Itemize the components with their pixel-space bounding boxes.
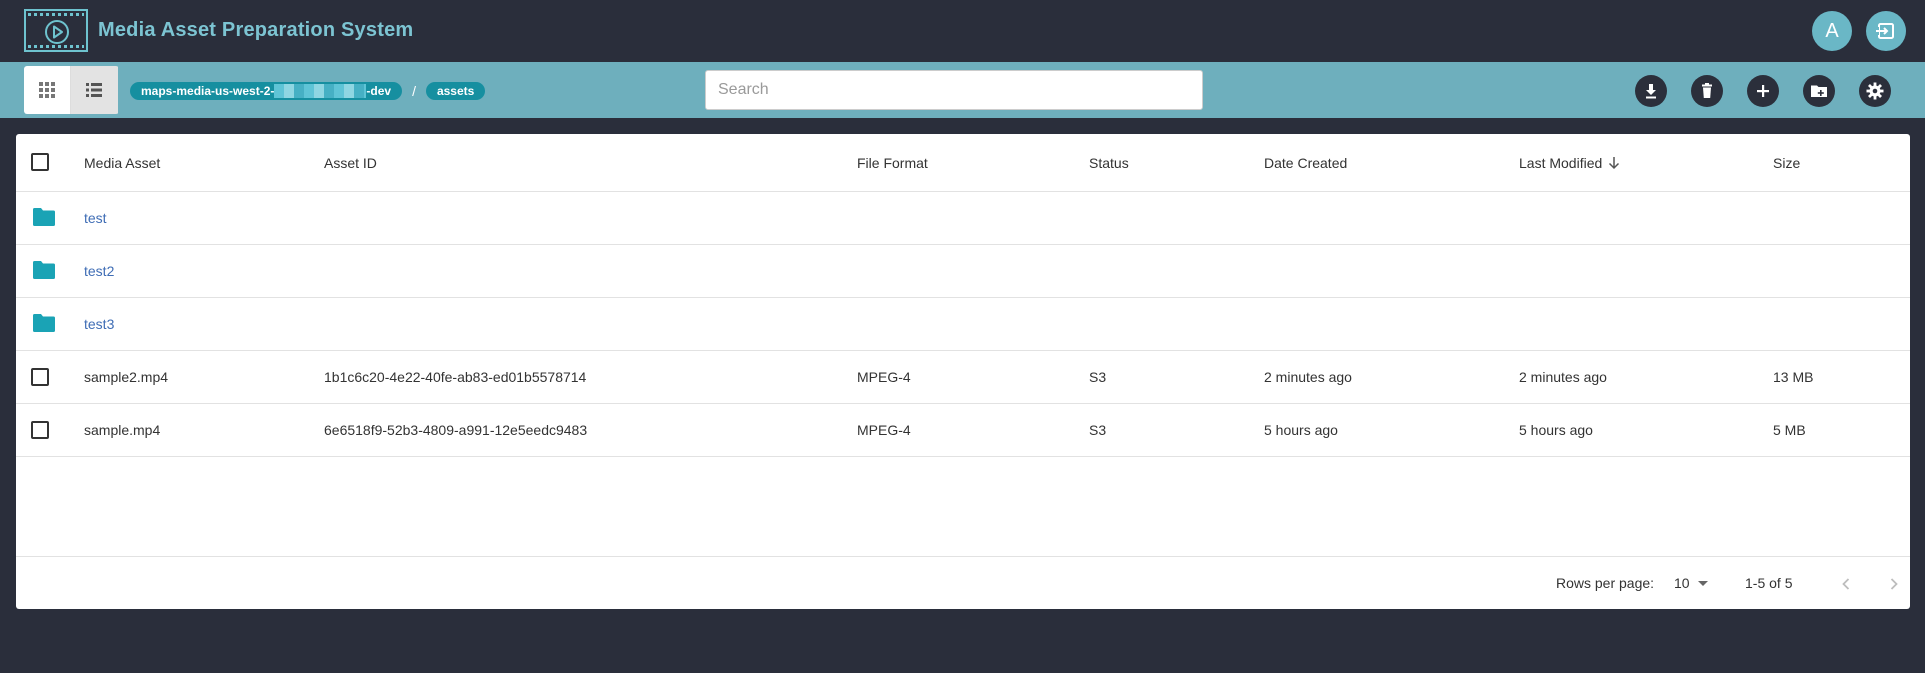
- folder-link[interactable]: test2: [84, 263, 114, 279]
- breadcrumb-separator: /: [412, 83, 416, 99]
- settings-icon: [1866, 82, 1884, 100]
- folder-link[interactable]: test3: [84, 316, 114, 332]
- row-checkbox[interactable]: [31, 421, 49, 439]
- column-size[interactable]: Size: [1773, 155, 1800, 171]
- asset-id: 1b1c6c20-4e22-40fe-ab83-ed01b5578714: [324, 369, 587, 385]
- file-format: MPEG-4: [857, 422, 911, 438]
- row-checkbox[interactable]: [31, 368, 49, 386]
- app-title: Media Asset Preparation System: [98, 19, 414, 41]
- last-modified: 5 hours ago: [1519, 422, 1593, 438]
- asset-status: S3: [1089, 422, 1107, 438]
- new-folder-button[interactable]: [1803, 75, 1835, 107]
- film-play-icon: [24, 9, 88, 52]
- toolbar: maps-media-us-west-2- -dev / assets: [0, 62, 1925, 118]
- table-row[interactable]: sample.mp4 6e6518f9-52b3-4809-a991-12e5e…: [16, 404, 1910, 457]
- settings-button[interactable]: [1859, 75, 1891, 107]
- asset-status: S3: [1089, 369, 1107, 385]
- download-button[interactable]: [1635, 75, 1667, 107]
- breadcrumb: maps-media-us-west-2- -dev / assets: [130, 82, 486, 100]
- chevron-left-icon[interactable]: [1836, 574, 1856, 594]
- table-header: Media Asset Asset ID File Format Status …: [16, 134, 1910, 192]
- search-input[interactable]: [705, 70, 1203, 110]
- table-row[interactable]: test2: [16, 245, 1910, 298]
- app-header: Media Asset Preparation System A: [0, 0, 1925, 62]
- chevron-right-icon[interactable]: [1884, 574, 1904, 594]
- column-file-format[interactable]: File Format: [857, 155, 928, 171]
- table-row[interactable]: test3: [16, 298, 1910, 351]
- logout-button[interactable]: [1866, 11, 1906, 51]
- avatar[interactable]: A: [1812, 11, 1852, 51]
- asset-table: Media Asset Asset ID File Format Status …: [16, 134, 1910, 609]
- folder-icon: [33, 314, 55, 332]
- asset-id: 6e6518f9-52b3-4809-a991-12e5eedc9483: [324, 422, 588, 438]
- column-status[interactable]: Status: [1089, 155, 1129, 171]
- last-modified: 2 minutes ago: [1519, 369, 1607, 385]
- view-toggle: [24, 66, 119, 114]
- add-button[interactable]: [1747, 75, 1779, 107]
- sort-down-icon: [1609, 157, 1620, 170]
- rows-per-page-select[interactable]: 10: [1674, 575, 1708, 591]
- breadcrumb-assets[interactable]: assets: [425, 82, 486, 100]
- folder-icon: [33, 261, 55, 279]
- delete-button[interactable]: [1691, 75, 1723, 107]
- list-view-icon: [86, 83, 102, 97]
- asset-name: sample.mp4: [84, 422, 161, 438]
- date-created: 2 minutes ago: [1264, 369, 1352, 385]
- delete-icon: [1702, 83, 1712, 98]
- asset-size: 13 MB: [1773, 369, 1814, 385]
- download-icon: [1646, 84, 1656, 99]
- file-format: MPEG-4: [857, 369, 911, 385]
- folder-link[interactable]: test: [84, 210, 107, 226]
- table-row[interactable]: test: [16, 192, 1910, 245]
- grid-view-icon: [39, 82, 55, 98]
- column-date-created[interactable]: Date Created: [1264, 155, 1347, 171]
- pagination: Rows per page: 10 1-5 of 5: [16, 556, 1910, 609]
- list-view-button[interactable]: [71, 66, 118, 114]
- asset-size: 5 MB: [1773, 422, 1806, 438]
- date-created: 5 hours ago: [1264, 422, 1338, 438]
- select-all-checkbox[interactable]: [31, 153, 49, 171]
- column-asset-id[interactable]: Asset ID: [324, 155, 377, 171]
- rows-per-page-label: Rows per page:: [1556, 575, 1655, 591]
- page-range: 1-5 of 5: [1745, 575, 1793, 591]
- add-icon: [1757, 85, 1769, 97]
- column-media-asset[interactable]: Media Asset: [84, 155, 160, 171]
- table-row[interactable]: sample2.mp4 1b1c6c20-4e22-40fe-ab83-ed01…: [16, 351, 1910, 404]
- redacted-text: [274, 84, 367, 98]
- asset-name: sample2.mp4: [84, 369, 169, 385]
- grid-view-button[interactable]: [24, 66, 71, 114]
- breadcrumb-bucket[interactable]: maps-media-us-west-2- -dev: [130, 82, 403, 100]
- folder-icon: [33, 208, 55, 226]
- chevron-down-icon: [1697, 581, 1708, 586]
- new-folder-icon: [1811, 85, 1827, 97]
- logout-icon: [1876, 23, 1894, 39]
- column-last-modified[interactable]: Last Modified: [1519, 155, 1620, 171]
